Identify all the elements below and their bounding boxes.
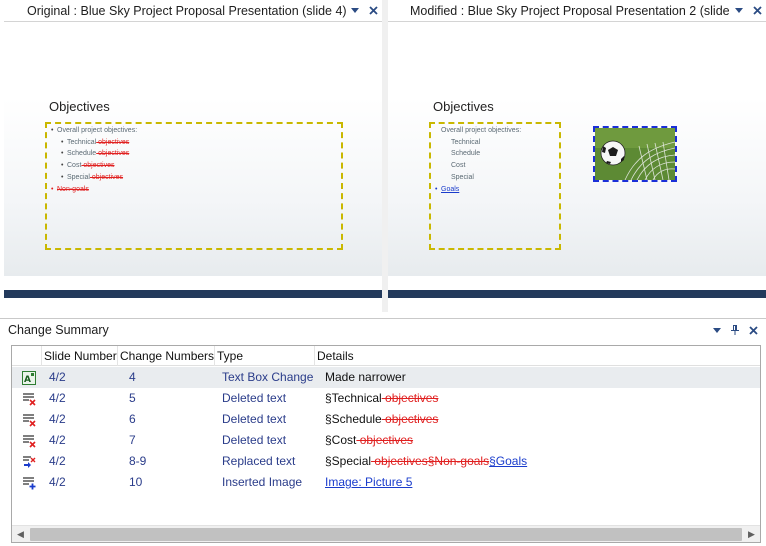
original-slide[interactable]: Objectives Overall project objectives: T… — [4, 22, 382, 298]
cell-type: Replaced text — [222, 454, 296, 468]
slide-title: Objectives — [433, 99, 494, 114]
original-textbox[interactable]: Overall project objectives: Technical ob… — [45, 122, 343, 250]
original-pane-header: Original : Blue Sky Project Proposal Pre… — [4, 0, 382, 22]
icon-column-header[interactable] — [12, 346, 42, 366]
horizontal-scrollbar[interactable]: ◀ ▶ — [12, 525, 760, 542]
special-line: Special objectives — [61, 174, 123, 181]
technical-line: Technical objectives — [61, 139, 129, 146]
cell-change-numbers: 7 — [129, 433, 136, 447]
table-row[interactable]: 4/2 8-9 Replaced text §Special objective… — [12, 451, 760, 472]
textbox-change-icon: A — [12, 367, 42, 388]
inserted-image-icon — [12, 472, 42, 493]
cell-type: Deleted text — [222, 433, 287, 447]
table-row[interactable]: 4/2 7 Deleted text §Cost objectives — [12, 430, 760, 451]
goals-link[interactable]: §Goals — [489, 454, 527, 468]
scroll-right-icon[interactable]: ▶ — [743, 526, 760, 543]
modified-pane-title: Modified : Blue Sky Project Proposal Pre… — [410, 3, 730, 18]
cell-slide-number: 4/2 — [49, 454, 66, 468]
table-row[interactable]: A 4/2 4 Text Box Change Made narrower — [12, 367, 760, 388]
modified-pane-header: Modified : Blue Sky Project Proposal Pre… — [388, 0, 766, 22]
change-summary-title: Change Summary — [8, 323, 109, 337]
change-summary-header: Change Summary — [0, 319, 766, 341]
overall-objectives-line: Overall project objectives: — [441, 127, 522, 134]
cell-details: §Special objectives§Non-goals§Goals — [325, 454, 528, 468]
column-header-details[interactable]: Details — [315, 346, 760, 366]
image-picture-5-link[interactable]: Image: Picture 5 — [325, 475, 412, 489]
cell-details: Made narrower — [325, 370, 406, 384]
cost-line: Cost objectives — [61, 162, 115, 169]
original-pane-title: Original : Blue Sky Project Proposal Pre… — [27, 3, 346, 18]
scrollbar-thumb[interactable] — [30, 527, 742, 541]
overall-objectives-line: Overall project objectives: — [51, 127, 137, 134]
cell-details: §Schedule objectives — [325, 412, 439, 426]
pin-icon[interactable] — [726, 321, 744, 339]
cell-change-numbers: 4 — [129, 370, 136, 384]
change-summary-panel: Change Summary Slide Number Change Numbe… — [0, 318, 766, 546]
column-header-type[interactable]: Type — [215, 346, 315, 366]
schedule-line: Schedule — [451, 150, 481, 157]
column-header-change-numbers[interactable]: Change Numbers — [118, 346, 215, 366]
cell-slide-number: 4/2 — [49, 412, 66, 426]
pane-menu-dropdown-icon[interactable] — [346, 2, 364, 20]
schedule-line: Schedule objectives — [61, 150, 129, 157]
goals-line: Goals — [435, 186, 459, 193]
modified-slide[interactable]: Objectives Overall project objectives: T… — [388, 22, 766, 298]
technical-line: Technical — [451, 139, 481, 146]
cell-change-numbers: 8-9 — [129, 454, 147, 468]
scroll-left-icon[interactable]: ◀ — [12, 526, 29, 543]
cell-type: Inserted Image — [222, 475, 303, 489]
cell-type: Text Box Change — [222, 370, 314, 384]
deleted-text-icon — [12, 409, 42, 430]
cell-change-numbers: 10 — [129, 475, 143, 489]
cell-change-numbers: 5 — [129, 391, 136, 405]
table-row[interactable]: 4/2 6 Deleted text §Schedule objectives — [12, 409, 760, 430]
panel-menu-dropdown-icon[interactable] — [708, 321, 726, 339]
svg-text:A: A — [24, 375, 31, 385]
pane-menu-dropdown-icon[interactable] — [730, 2, 748, 20]
slide-footer-bar — [388, 290, 766, 298]
close-icon[interactable] — [364, 2, 382, 20]
cell-details: §Technical objectives — [325, 391, 439, 405]
slide-title: Objectives — [49, 99, 110, 114]
table-row[interactable]: 4/2 5 Deleted text §Technical objectives — [12, 388, 760, 409]
compare-window: Original : Blue Sky Project Proposal Pre… — [0, 0, 766, 546]
table-row[interactable]: 4/2 10 Inserted Image Image: Picture 5 — [12, 472, 760, 493]
deleted-text-icon — [12, 430, 42, 451]
cell-slide-number: 4/2 — [49, 370, 66, 384]
special-line: Special — [451, 174, 474, 181]
cell-slide-number: 4/2 — [49, 433, 66, 447]
replaced-text-icon — [12, 451, 42, 472]
slide-footer-bar — [4, 290, 382, 298]
cell-change-numbers: 6 — [129, 412, 136, 426]
close-icon[interactable] — [744, 321, 762, 339]
modified-pane: Modified : Blue Sky Project Proposal Pre… — [388, 0, 766, 312]
cell-details: §Cost objectives — [325, 433, 414, 447]
cell-slide-number: 4/2 — [49, 475, 66, 489]
grid-header-row: Slide Number Change Numbers Type Details — [12, 346, 760, 366]
original-pane: Original : Blue Sky Project Proposal Pre… — [4, 0, 382, 312]
modified-textbox[interactable]: Overall project objectives: Technical Sc… — [429, 122, 561, 250]
cell-slide-number: 4/2 — [49, 391, 66, 405]
non-goals-line: Non-goals — [51, 186, 89, 193]
soccer-ball-in-net-image[interactable] — [593, 126, 677, 182]
cost-line: Cost — [451, 162, 466, 169]
deleted-text-icon — [12, 388, 42, 409]
column-header-slide-number[interactable]: Slide Number — [42, 346, 118, 366]
cell-type: Deleted text — [222, 391, 287, 405]
cell-details: Image: Picture 5 — [315, 472, 760, 493]
close-icon[interactable] — [748, 2, 766, 20]
cell-type: Deleted text — [222, 412, 287, 426]
change-summary-grid[interactable]: Slide Number Change Numbers Type Details… — [11, 345, 761, 543]
